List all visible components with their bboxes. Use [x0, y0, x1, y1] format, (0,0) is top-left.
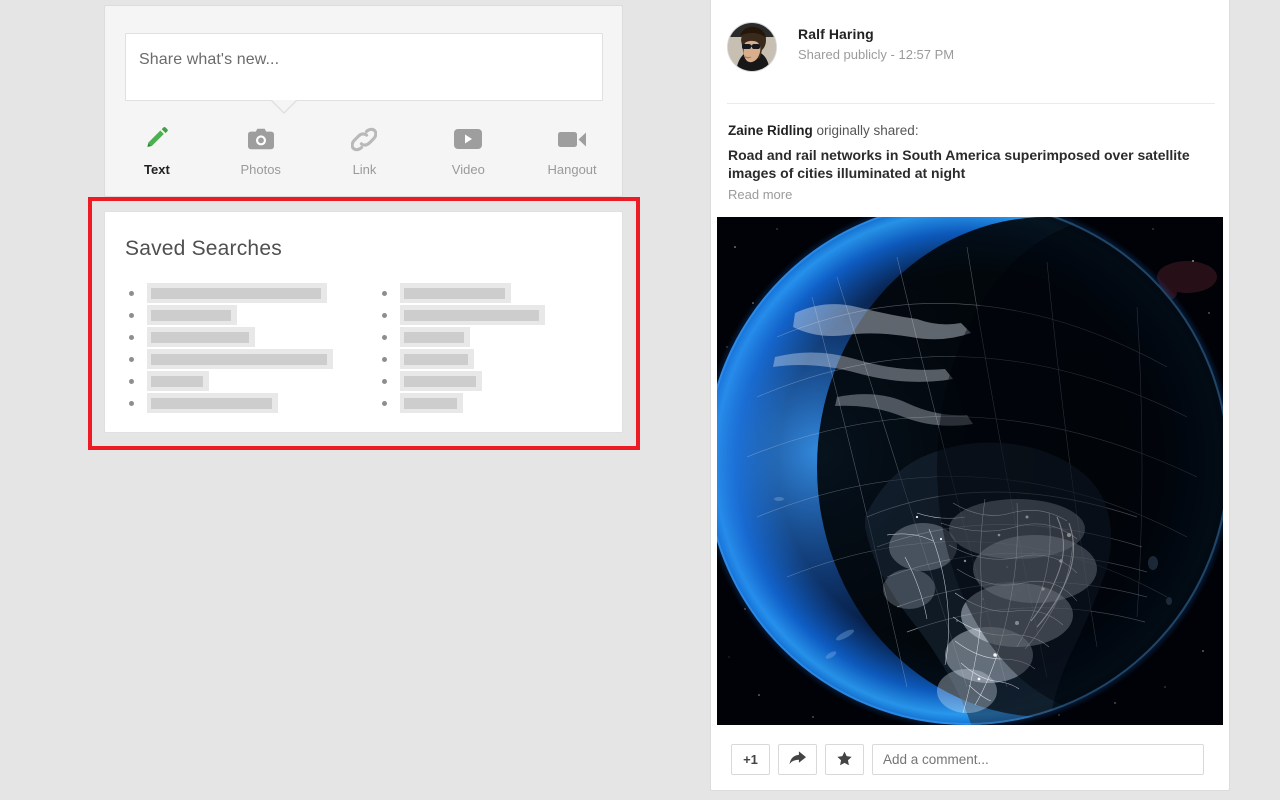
bullet-icon: [381, 290, 387, 296]
list-item[interactable]: [381, 304, 625, 326]
share-arrow-icon: [789, 750, 806, 769]
placeholder-bar: [147, 349, 333, 369]
list-item[interactable]: [381, 282, 625, 304]
comment-input[interactable]: [872, 744, 1204, 775]
share-type-tabs: Text Photos Link Video Hangout: [105, 118, 624, 188]
share-composer-card: Share what's new... Text Photos Link Vid…: [104, 5, 623, 197]
tab-photos-label: Photos: [240, 162, 281, 177]
post-subline: Shared publicly - 12:57 PM: [798, 47, 954, 62]
share-button[interactable]: [778, 744, 817, 775]
placeholder-bar: [399, 349, 474, 369]
post-author-name[interactable]: Ralf Haring: [798, 26, 954, 42]
list-item[interactable]: [129, 326, 365, 348]
bullet-icon: [129, 378, 134, 384]
plus-one-button[interactable]: +1: [731, 744, 770, 775]
placeholder-bar: [147, 371, 209, 391]
list-item[interactable]: [129, 392, 365, 414]
bullet-icon: [381, 334, 387, 340]
bullet-icon: [129, 356, 134, 362]
bullet-icon: [381, 312, 387, 318]
tab-text-label: Text: [144, 162, 170, 177]
post-visibility: Shared publicly: [798, 47, 887, 62]
placeholder-bar-fill: [403, 309, 539, 321]
placeholder-bar: [399, 327, 470, 347]
avatar[interactable]: [727, 22, 777, 72]
placeholder-bar: [399, 305, 545, 325]
tab-link[interactable]: Link: [313, 118, 417, 188]
list-item[interactable]: [381, 370, 625, 392]
placeholder-bar-fill: [151, 331, 249, 343]
placeholder-bar: [147, 393, 278, 413]
video-camera-icon: [558, 124, 587, 154]
saved-searches-columns: [105, 282, 624, 414]
post-action-bar: +1: [731, 744, 1204, 775]
pencil-icon: [144, 124, 170, 154]
tab-photos[interactable]: Photos: [209, 118, 313, 188]
placeholder-bar-fill: [151, 397, 272, 409]
tab-hangout[interactable]: Hangout: [520, 118, 624, 188]
placeholder-bar-fill: [151, 309, 231, 321]
camera-icon: [247, 124, 274, 154]
placeholder-bar-fill: [151, 353, 327, 365]
placeholder-bar: [147, 283, 327, 303]
link-chain-icon: [351, 124, 378, 154]
saved-searches-card: Saved Searches: [104, 211, 623, 433]
tab-text[interactable]: Text: [105, 118, 209, 188]
star-button[interactable]: [825, 744, 864, 775]
tab-video[interactable]: Video: [416, 118, 520, 188]
placeholder-bar-fill: [151, 375, 203, 387]
page-root: Share what's new... Text Photos Link Vid…: [0, 0, 1280, 800]
placeholder-bar: [399, 283, 511, 303]
reshare-author-name[interactable]: Zaine Ridling: [728, 123, 813, 138]
bullet-icon: [381, 356, 387, 362]
placeholder-bar: [147, 305, 237, 325]
saved-searches-title: Saved Searches: [125, 237, 282, 260]
post-meta: Ralf Haring Shared publicly - 12:57 PM: [798, 22, 954, 62]
post-header: Ralf Haring Shared publicly - 12:57 PM: [727, 22, 954, 72]
placeholder-bar: [399, 371, 482, 391]
bullet-icon: [129, 312, 134, 318]
placeholder-bar-fill: [403, 353, 468, 365]
placeholder-bar-fill: [403, 331, 464, 343]
saved-searches-right-column: [365, 282, 625, 414]
placeholder-bar-fill: [403, 375, 476, 387]
placeholder-bar-fill: [403, 397, 457, 409]
post-image[interactable]: [717, 217, 1223, 725]
list-item[interactable]: [381, 348, 625, 370]
list-item[interactable]: [129, 282, 365, 304]
bullet-icon: [129, 334, 134, 340]
read-more-link[interactable]: Read more: [728, 187, 1212, 202]
post-body: Zaine Ridling originally shared: Road an…: [728, 122, 1212, 202]
placeholder-bar-fill: [403, 287, 505, 299]
video-play-icon: [454, 124, 483, 154]
share-input-placeholder: Share what's new...: [139, 51, 280, 68]
composer-notch-fill: [272, 100, 296, 112]
placeholder-bar-fill: [151, 287, 321, 299]
post-subline-separator: -: [890, 47, 895, 62]
tab-video-label: Video: [451, 162, 485, 177]
post-divider: [727, 103, 1215, 104]
list-item[interactable]: [381, 326, 625, 348]
list-item[interactable]: [129, 348, 365, 370]
list-item[interactable]: [381, 392, 625, 414]
post-timestamp[interactable]: 12:57 PM: [898, 47, 954, 62]
reshare-suffix-text: originally shared:: [812, 123, 919, 138]
bullet-icon: [129, 400, 134, 406]
tab-link-label: Link: [352, 162, 377, 177]
bullet-icon: [381, 400, 387, 406]
placeholder-bar: [147, 327, 255, 347]
post-title: Road and rail networks in South America …: [728, 147, 1190, 181]
tab-hangout-label: Hangout: [547, 162, 597, 177]
post-reshare-line: Zaine Ridling originally shared:: [728, 122, 1212, 140]
list-item[interactable]: [129, 370, 365, 392]
plus-one-label: +1: [743, 752, 758, 767]
saved-searches-left-column: [105, 282, 365, 414]
bullet-icon: [129, 290, 134, 296]
share-text-input[interactable]: Share what's new...: [125, 33, 603, 101]
star-icon: [837, 751, 852, 769]
placeholder-bar: [399, 393, 463, 413]
bullet-icon: [381, 378, 387, 384]
list-item[interactable]: [129, 304, 365, 326]
